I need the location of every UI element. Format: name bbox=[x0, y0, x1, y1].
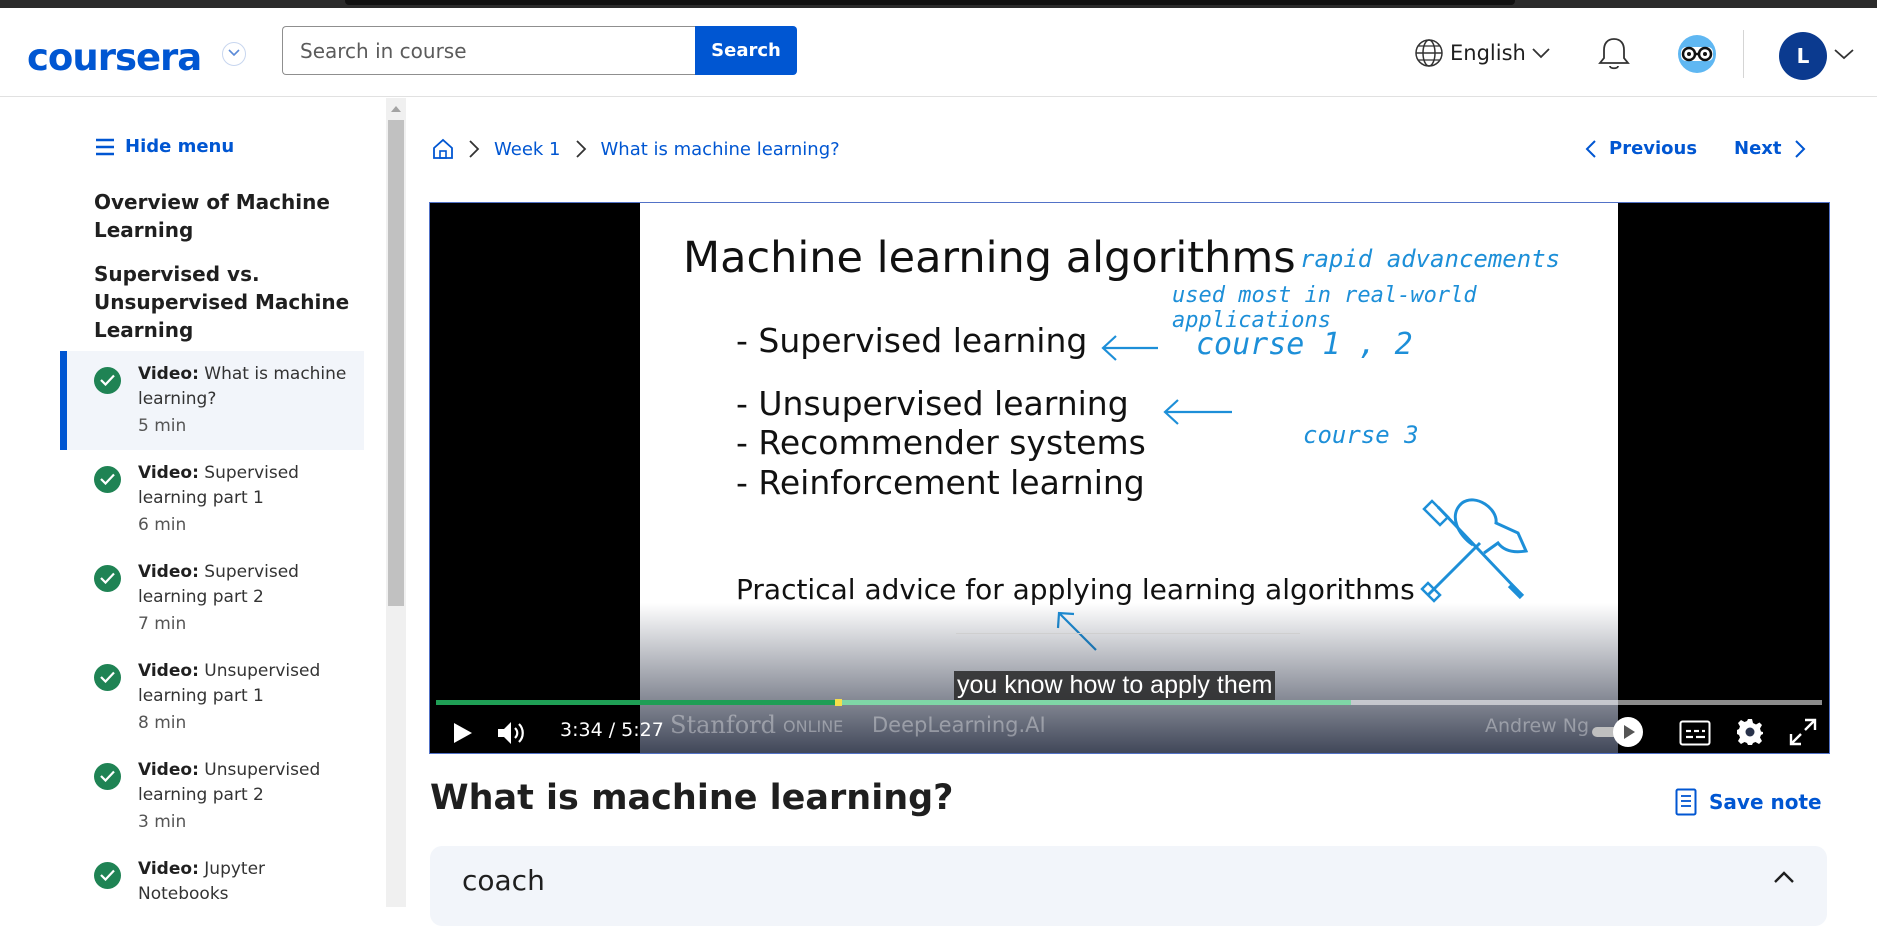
chevron-right-icon bbox=[575, 140, 586, 158]
arrow-left-icon bbox=[1101, 335, 1158, 361]
next-label: Next bbox=[1734, 138, 1782, 159]
slide-bullet: - Supervised learning bbox=[736, 321, 1088, 360]
sidebar-item-what-is-machine-learning[interactable]: Video: What is machine learning? 5 min bbox=[60, 351, 364, 450]
slide-bullet: - Unsupervised learning bbox=[736, 384, 1129, 423]
chevron-down-icon[interactable] bbox=[222, 42, 246, 66]
save-note-label: Save note bbox=[1709, 790, 1822, 814]
course-sidebar: Hide menu Overview of Machine Learning S… bbox=[0, 98, 388, 907]
note-icon bbox=[1675, 788, 1697, 816]
play-icon[interactable] bbox=[452, 721, 474, 745]
breadcrumb-week-link[interactable]: Week 1 bbox=[494, 139, 561, 160]
section-title-supervised-vs-unsupervised[interactable]: Supervised vs. Unsupervised Machine Lear… bbox=[94, 260, 349, 344]
fullscreen-icon[interactable] bbox=[1789, 718, 1817, 746]
sidebar-item-unsupervised-learning-part-1[interactable]: Video: Unsupervised learning part 18 min bbox=[60, 648, 364, 747]
check-circle-icon bbox=[94, 763, 121, 790]
previous-button[interactable]: Previous bbox=[1585, 138, 1697, 159]
save-note-button[interactable]: Save note bbox=[1675, 788, 1822, 816]
language-selector[interactable]: English bbox=[1414, 38, 1550, 68]
video-progress-marker[interactable] bbox=[835, 699, 842, 706]
check-circle-icon bbox=[94, 664, 121, 691]
video-time: 3:34 / 5:27 bbox=[560, 719, 664, 741]
chevron-right-icon bbox=[1794, 139, 1805, 158]
chevron-up-icon[interactable] bbox=[1773, 870, 1795, 884]
captions-icon[interactable] bbox=[1679, 720, 1711, 746]
search-button[interactable]: Search bbox=[695, 26, 797, 75]
sidebar-item-supervised-learning-part-1[interactable]: Video: Supervised learning part 16 min bbox=[60, 450, 364, 549]
hide-menu-button[interactable]: Hide menu bbox=[95, 136, 234, 157]
annotation-course-1-2: course 1 , 2 bbox=[1196, 327, 1413, 362]
home-icon[interactable] bbox=[432, 138, 454, 160]
search-input[interactable] bbox=[282, 26, 696, 75]
coach-panel[interactable]: coach bbox=[430, 846, 1827, 926]
browser-top-strip bbox=[0, 0, 1877, 8]
slide-divider bbox=[956, 633, 1300, 634]
watermark-stanford: Stanford bbox=[670, 711, 777, 739]
video-current-time: 3:34 bbox=[560, 719, 603, 741]
video-duration: 5:27 bbox=[621, 719, 664, 741]
sidebar-item-jupyter-notebooks[interactable]: Video: Jupyter Notebooks bbox=[60, 846, 364, 907]
sidebar-scrollbar[interactable] bbox=[386, 98, 406, 907]
sidebar-item-unsupervised-learning-part-2[interactable]: Video: Unsupervised learning part 23 min bbox=[60, 747, 364, 846]
coach-title: coach bbox=[462, 864, 545, 897]
video-player[interactable]: Machine learning algorithms - Supervised… bbox=[429, 202, 1830, 754]
coursera-logo[interactable]: coursera bbox=[27, 36, 202, 79]
chevron-down-icon[interactable] bbox=[1834, 48, 1854, 60]
breadcrumb: Week 1 What is machine learning? bbox=[432, 138, 840, 160]
settings-gear-icon[interactable] bbox=[1736, 718, 1764, 746]
watermark-online: ONLINE bbox=[783, 717, 844, 736]
watermark-deeplearning: DeepLearning.AI bbox=[872, 713, 1046, 737]
autoplay-toggle-icon[interactable] bbox=[1612, 716, 1644, 748]
check-circle-icon bbox=[94, 367, 121, 394]
check-circle-icon bbox=[94, 862, 121, 889]
annotation-rapid-advancements: rapid advancements bbox=[1300, 245, 1561, 273]
hamburger-icon bbox=[96, 138, 114, 155]
hide-menu-label: Hide menu bbox=[125, 136, 235, 157]
next-button[interactable]: Next bbox=[1734, 138, 1806, 159]
breadcrumb-current-link[interactable]: What is machine learning? bbox=[601, 139, 840, 160]
slide-bullet: - Reinforcement learning bbox=[736, 463, 1145, 502]
tools-icon bbox=[1420, 498, 1529, 603]
video-caption: you know how to apply them bbox=[954, 671, 1276, 700]
language-label: English bbox=[1450, 41, 1526, 65]
annotation-course-3: course 3 bbox=[1303, 421, 1419, 449]
annotation-used-most: used most in real-world applications bbox=[1172, 283, 1477, 333]
slide-practical-advice: Practical advice for applying learning a… bbox=[736, 573, 1415, 606]
chevron-down-icon bbox=[1532, 48, 1550, 59]
globe-icon bbox=[1415, 39, 1443, 67]
slide-bullet: - Recommender systems bbox=[736, 423, 1146, 462]
chevron-right-icon bbox=[469, 140, 480, 158]
chevron-left-icon bbox=[1585, 139, 1596, 158]
slide-title: Machine learning algorithms bbox=[683, 233, 1296, 283]
arrow-left-icon bbox=[1163, 399, 1232, 425]
bell-icon[interactable] bbox=[1597, 36, 1631, 72]
watermark-author: Andrew Ng bbox=[1485, 715, 1590, 737]
lecture-title: What is machine learning? bbox=[430, 778, 954, 818]
section-title-overview[interactable]: Overview of Machine Learning bbox=[94, 188, 330, 244]
previous-label: Previous bbox=[1609, 138, 1698, 159]
time-separator: / bbox=[608, 719, 616, 741]
video-progress-fill bbox=[436, 700, 838, 705]
check-circle-icon bbox=[94, 466, 121, 493]
check-circle-icon bbox=[94, 565, 121, 592]
header-divider bbox=[1743, 30, 1744, 78]
top-header: coursera Search English L bbox=[0, 8, 1877, 97]
coach-avatar-icon[interactable] bbox=[1677, 34, 1717, 74]
scrollbar-thumb[interactable] bbox=[388, 120, 404, 606]
user-avatar[interactable]: L bbox=[1779, 32, 1827, 80]
volume-icon[interactable] bbox=[496, 719, 528, 747]
sidebar-item-supervised-learning-part-2[interactable]: Video: Supervised learning part 27 min bbox=[60, 549, 364, 648]
